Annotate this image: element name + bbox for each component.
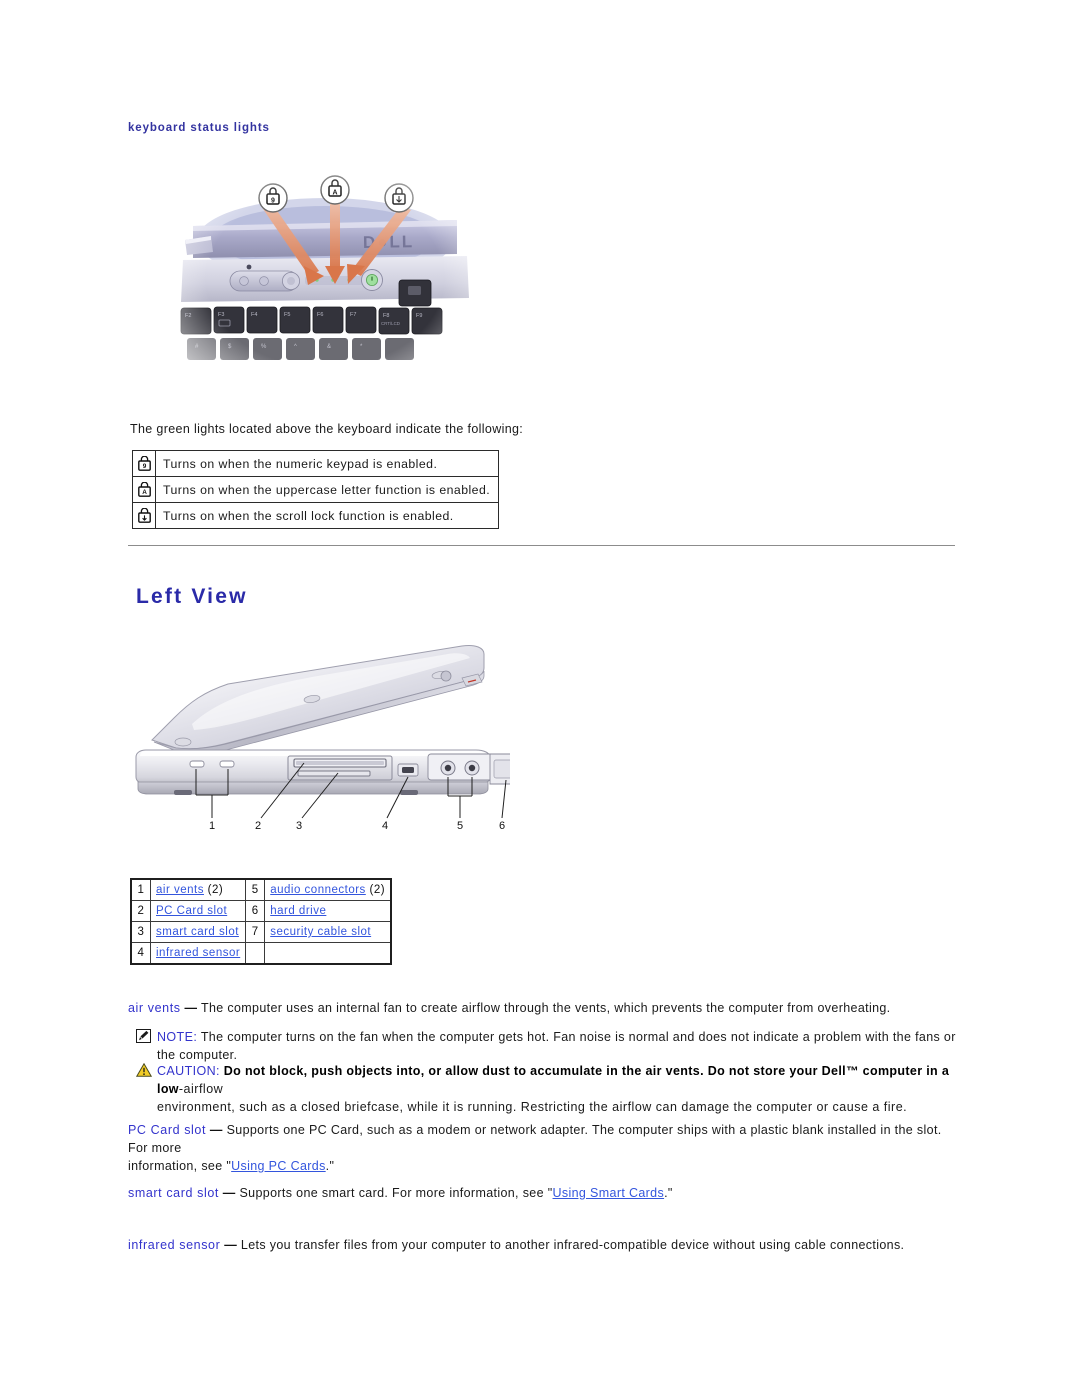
table-row: 1 air vents (2) 5 audio connectors (2) <box>130 878 392 901</box>
note-label: NOTE: <box>157 1030 198 1044</box>
callout-number-4: 4 <box>382 820 388 832</box>
callout-number-3: 3 <box>296 820 302 832</box>
note-block: NOTE: The computer turns on the fan when… <box>136 1028 958 1064</box>
link-using-pc-cards[interactable]: Using PC Cards <box>231 1159 326 1173</box>
svg-text:A: A <box>142 489 147 496</box>
page-title: Left View <box>136 585 248 609</box>
callout-num-empty <box>245 942 266 965</box>
callout-label-security-cable-slot[interactable]: security cable slot <box>264 921 392 943</box>
link-pc-card-slot[interactable]: PC Card slot <box>156 905 227 917</box>
note-body-text: The computer turns on the fan when the c… <box>157 1030 956 1063</box>
callout-number-1: 1 <box>209 820 215 832</box>
em-dash: — <box>224 1238 238 1252</box>
caution-bold-text: Do not block, push objects into, or allo… <box>157 1064 950 1097</box>
description-smart-card-slot: smart card slot — Supports one smart car… <box>128 1184 958 1202</box>
link-security-cable-slot[interactable]: security cable slot <box>270 926 371 938</box>
svg-text:9: 9 <box>142 463 146 470</box>
padlock-scroll-icon <box>132 502 156 529</box>
term-air-vents: air vents <box>128 1001 181 1015</box>
pc-card-line2-suffix: ." <box>325 1159 335 1174</box>
callout-num: 5 <box>245 878 266 901</box>
padlock-a-icon: A <box>132 476 156 503</box>
em-dash: — <box>222 1186 236 1200</box>
keyboard-status-lights-table: 9 Turns on when the numeric keypad is en… <box>132 450 500 529</box>
link-audio-connectors[interactable]: audio connectors <box>270 884 366 896</box>
figure-caption-keyboard-status-lights: keyboard status lights <box>128 122 270 134</box>
table-row: A Turns on when the uppercase letter fun… <box>132 476 500 503</box>
caution-block: CAUTION: Do not block, push objects into… <box>135 1062 954 1116</box>
note-pencil-icon <box>136 1029 151 1043</box>
description-pc-card-slot: PC Card slot — Supports one PC Card, suc… <box>128 1121 958 1175</box>
table-row: 9 Turns on when the numeric keypad is en… <box>132 450 500 477</box>
left-view-callout-table: 1 air vents (2) 5 audio connectors (2) 2… <box>130 878 393 965</box>
callout-number-5: 5 <box>457 820 463 832</box>
callout-num: 4 <box>130 942 151 965</box>
callout-num: 7 <box>245 921 266 943</box>
smart-card-text-prefix: Supports one smart card. For more inform… <box>239 1186 553 1200</box>
pc-card-line2-prefix: information, see " <box>128 1159 232 1174</box>
document-page: keyboard status lights The green lights … <box>0 0 1080 1397</box>
description-air-vents: air vents — The computer uses an interna… <box>128 999 958 1017</box>
callout-num: 1 <box>130 878 151 901</box>
callout-suffix: (2) <box>203 884 224 896</box>
link-air-vents[interactable]: air vents <box>156 884 204 896</box>
caution-tail-text: -airflow <box>178 1082 224 1097</box>
term-smart-card-slot: smart card slot <box>128 1186 219 1200</box>
em-dash: — <box>184 1001 198 1015</box>
link-using-smart-cards[interactable]: Using Smart Cards <box>553 1186 665 1200</box>
callout-suffix: (2) <box>365 884 386 896</box>
description-infrared-sensor: infrared sensor — Lets you transfer file… <box>128 1236 958 1254</box>
infrared-body-text: Lets you transfer files from your comput… <box>240 1238 905 1252</box>
callout-label-pc-card-slot[interactable]: PC Card slot <box>149 900 247 922</box>
status-light-description: Turns on when the numeric keypad is enab… <box>154 450 500 477</box>
pc-card-body-text: Supports one PC Card, such as a modem or… <box>128 1123 942 1156</box>
warning-triangle-icon <box>135 1062 153 1077</box>
link-hard-drive[interactable]: hard drive <box>270 905 326 917</box>
callout-label-empty <box>264 942 392 965</box>
table-row: 2 PC Card slot 6 hard drive <box>130 900 392 922</box>
callout-label-smart-card-slot[interactable]: smart card slot <box>149 921 247 943</box>
term-pc-card-slot: PC Card slot <box>128 1123 207 1137</box>
em-dash: — <box>209 1123 223 1137</box>
card-slot-bay <box>287 755 393 781</box>
padlock-9-icon: 9 <box>132 450 156 477</box>
callout-label-air-vents[interactable]: air vents (2) <box>149 878 247 901</box>
callout-num: 6 <box>245 900 266 922</box>
audio-connectors-detail <box>427 753 497 781</box>
table-row: 3 smart card slot 7 security cable slot <box>130 921 392 943</box>
figure-left-view: 1 2 3 4 5 6 7 <box>132 632 540 854</box>
air-vents-body-text: The computer uses an internal fan to cre… <box>200 1001 891 1015</box>
table-row: 4 infrared sensor <box>130 942 392 965</box>
green-lights-intro-text: The green lights located above the keybo… <box>130 422 524 436</box>
link-smart-card-slot[interactable]: smart card slot <box>156 926 239 938</box>
smart-card-text-suffix: ." <box>664 1186 673 1200</box>
section-divider <box>128 545 955 546</box>
term-infrared-sensor: infrared sensor <box>128 1238 221 1252</box>
table-row: Turns on when the scroll lock function i… <box>132 502 500 529</box>
callout-num: 3 <box>130 921 151 943</box>
caution-second-line: environment, such as a closed briefcase,… <box>157 1100 908 1115</box>
status-light-description: Turns on when the scroll lock function i… <box>154 502 500 529</box>
callout-label-infrared-sensor[interactable]: infrared sensor <box>149 942 247 965</box>
link-infrared-sensor[interactable]: infrared sensor <box>156 947 240 959</box>
callout-number-2: 2 <box>255 820 261 832</box>
callout-label-hard-drive[interactable]: hard drive <box>264 900 392 922</box>
callout-label-audio-connectors[interactable]: audio connectors (2) <box>264 878 392 901</box>
callout-num: 2 <box>130 900 151 922</box>
infrared-sensor-detail <box>397 763 419 777</box>
caution-label: CAUTION: <box>157 1064 220 1078</box>
callout-number-6: 6 <box>499 820 505 832</box>
status-light-description: Turns on when the uppercase letter funct… <box>154 476 500 503</box>
figure-keyboard-status-lights: D●LL <box>175 168 475 390</box>
